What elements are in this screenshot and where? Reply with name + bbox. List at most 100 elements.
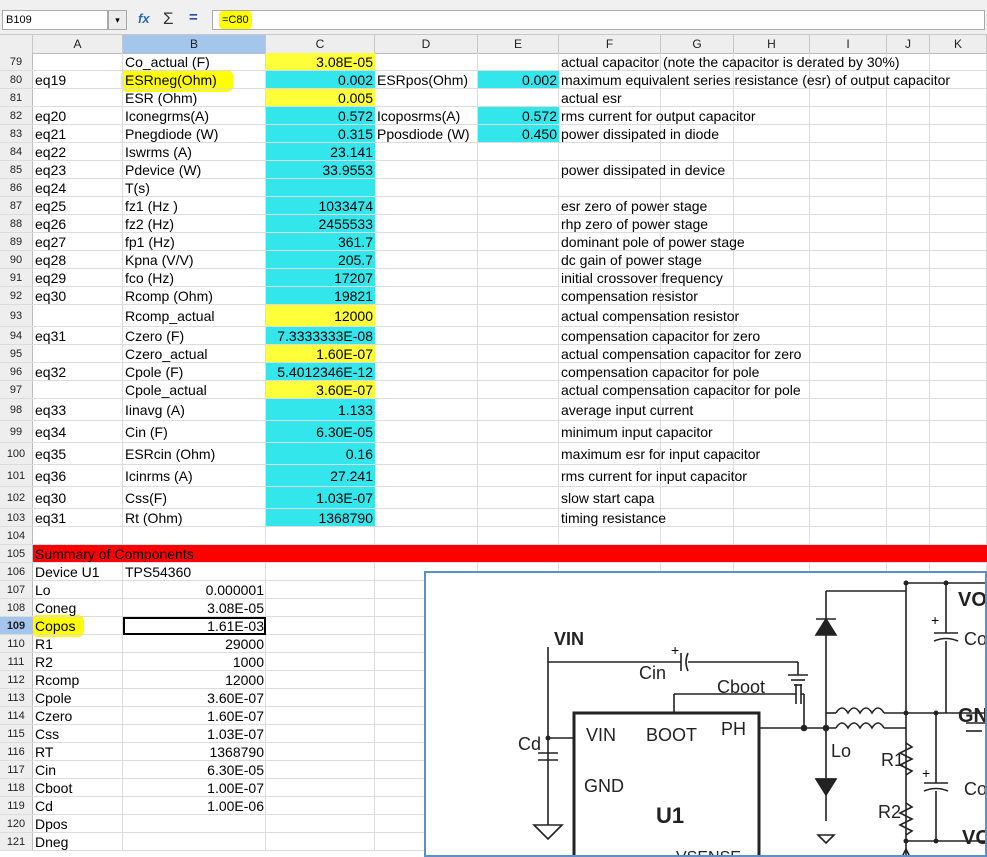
cell-f83[interactable]: power dissipated in diode xyxy=(559,125,987,142)
cell-c82[interactable]: 0.572 xyxy=(266,107,375,124)
cell-e83[interactable]: 0.450 xyxy=(478,125,559,142)
row-number[interactable]: 102 xyxy=(0,487,33,508)
cell-c101[interactable]: 27.241 xyxy=(266,465,375,486)
cell-f87[interactable]: esr zero of power stage xyxy=(559,197,987,214)
cell-a119[interactable]: Cd xyxy=(33,797,123,814)
cell-b119[interactable]: 1.00E-06 xyxy=(123,797,266,814)
cell-f95[interactable]: actual compensation capacitor for zero xyxy=(559,345,987,362)
cell-f96[interactable]: compensation capacitor for pole xyxy=(559,363,987,380)
sum-icon[interactable]: Σ xyxy=(163,9,174,29)
row-number[interactable]: 79 xyxy=(0,53,33,70)
cell-b116[interactable]: 1368790 xyxy=(123,743,266,760)
row-number[interactable]: 119 xyxy=(0,797,33,814)
cell-a94[interactable]: eq31 xyxy=(33,327,123,344)
cell-e82[interactable]: 0.572 xyxy=(478,107,559,124)
cell-c97[interactable]: 3.60E-07 xyxy=(266,381,375,398)
cell-a86[interactable]: eq24 xyxy=(33,179,123,196)
cell-b96[interactable]: Cpole (F) xyxy=(123,363,266,380)
cell-d80[interactable]: ESRpos(Ohm) xyxy=(375,71,478,88)
cell-f99[interactable]: minimum input capacitor xyxy=(559,421,987,442)
cell-b84[interactable]: Iswrms (A) xyxy=(123,143,266,160)
cell-f88[interactable]: rhp zero of power stage xyxy=(559,215,987,232)
cell-f91[interactable]: initial crossover frequency xyxy=(559,269,987,286)
row-number[interactable]: 86 xyxy=(0,179,33,196)
cell-a120[interactable]: Dpos xyxy=(33,815,123,832)
row-number[interactable]: 87 xyxy=(0,197,33,214)
row-number[interactable]: 110 xyxy=(0,635,33,652)
cell-f102[interactable]: slow start capa xyxy=(559,487,987,508)
row-number[interactable]: 115 xyxy=(0,725,33,742)
cell-a112[interactable]: Rcomp xyxy=(33,671,123,688)
row-number[interactable]: 117 xyxy=(0,761,33,778)
cell-a101[interactable]: eq36 xyxy=(33,465,123,486)
cell-a88[interactable]: eq26 xyxy=(33,215,123,232)
function-wizard-icon[interactable]: fx xyxy=(138,11,150,26)
cell-b89[interactable]: fp1 (Hz) xyxy=(123,233,266,250)
column-header-b[interactable]: B xyxy=(123,35,266,53)
row-number[interactable]: 112 xyxy=(0,671,33,688)
row-number[interactable]: 93 xyxy=(0,305,33,326)
cell-a113[interactable]: Cpole xyxy=(33,689,123,706)
cell-c81[interactable]: 0.005 xyxy=(266,89,375,106)
cell-a83[interactable]: eq21 xyxy=(33,125,123,142)
cell-f103[interactable]: timing resistance xyxy=(559,509,987,526)
row-number[interactable]: 89 xyxy=(0,233,33,250)
cell-a100[interactable]: eq35 xyxy=(33,443,123,464)
cell-b106[interactable]: TPS54360 xyxy=(123,563,266,580)
cell-a121[interactable]: Dneg xyxy=(33,833,123,850)
row-number[interactable]: 92 xyxy=(0,287,33,304)
cell-f85[interactable]: power dissipated in device xyxy=(559,161,987,178)
cell-f92[interactable]: compensation resistor xyxy=(559,287,987,304)
cell-a99[interactable]: eq34 xyxy=(33,421,123,442)
row-number[interactable]: 120 xyxy=(0,815,33,832)
row-number[interactable]: 85 xyxy=(0,161,33,178)
cell-b112[interactable]: 12000 xyxy=(123,671,266,688)
cell-f97[interactable]: actual compensation capacitor for pole xyxy=(559,381,987,398)
cell-a89[interactable]: eq27 xyxy=(33,233,123,250)
cell-a109[interactable]: Copos xyxy=(33,617,123,634)
cell-b83[interactable]: Pnegdiode (W) xyxy=(123,125,266,142)
name-box[interactable]: B109 xyxy=(2,10,108,30)
cell-c102[interactable]: 1.03E-07 xyxy=(266,487,375,508)
cell-a87[interactable]: eq25 xyxy=(33,197,123,214)
row-number[interactable]: 95 xyxy=(0,345,33,362)
cell-b87[interactable]: fz1 (Hz ) xyxy=(123,197,266,214)
cell-a82[interactable]: eq20 xyxy=(33,107,123,124)
cell-a96[interactable]: eq32 xyxy=(33,363,123,380)
cell-a108[interactable]: Coneg xyxy=(33,599,123,616)
cell-c84[interactable]: 23.141 xyxy=(266,143,375,160)
row-number[interactable]: 94 xyxy=(0,327,33,344)
cell-a110[interactable]: R1 xyxy=(33,635,123,652)
row-number[interactable]: 108 xyxy=(0,599,33,616)
cell-b97[interactable]: Cpole_actual xyxy=(123,381,266,398)
name-box-dropdown-icon[interactable]: ▾ xyxy=(108,10,127,30)
cell-b79[interactable]: Co_actual (F) xyxy=(123,53,266,70)
row-number[interactable]: 100 xyxy=(0,443,33,464)
cell-b86[interactable]: T(s) xyxy=(123,179,266,196)
cell-b107[interactable]: 0.000001 xyxy=(123,581,266,598)
cell-b92[interactable]: Rcomp (Ohm) xyxy=(123,287,266,304)
cell-b93[interactable]: Rcomp_actual xyxy=(123,305,266,326)
cell-a103[interactable]: eq31 xyxy=(33,509,123,526)
cell-b115[interactable]: 1.03E-07 xyxy=(123,725,266,742)
cell-b117[interactable]: 6.30E-05 xyxy=(123,761,266,778)
column-header-i[interactable]: I xyxy=(810,35,887,53)
cell-c79[interactable]: 3.08E-05 xyxy=(266,53,375,70)
column-header-g[interactable]: G xyxy=(661,35,734,53)
cell-a90[interactable]: eq28 xyxy=(33,251,123,268)
cell-b94[interactable]: Czero (F) xyxy=(123,327,266,344)
row-number[interactable]: 109 xyxy=(0,617,33,634)
cell-f101[interactable]: rms current for input capacitor xyxy=(559,465,987,486)
formula-input[interactable] xyxy=(212,10,985,30)
row-number[interactable]: 113 xyxy=(0,689,33,706)
cell-a80[interactable]: eq19 xyxy=(33,71,123,88)
row-number[interactable]: 105 xyxy=(0,545,33,562)
cell-d82[interactable]: Icoposrms(A) xyxy=(375,107,478,124)
cell-b99[interactable]: Cin (F) xyxy=(123,421,266,442)
column-header-d[interactable]: D xyxy=(375,35,478,53)
cell-b110[interactable]: 29000 xyxy=(123,635,266,652)
row-number[interactable]: 118 xyxy=(0,779,33,796)
column-header-e[interactable]: E xyxy=(478,35,559,53)
cell-f79[interactable]: actual capacitor (note the capacitor is … xyxy=(559,53,987,70)
row-number[interactable]: 84 xyxy=(0,143,33,160)
